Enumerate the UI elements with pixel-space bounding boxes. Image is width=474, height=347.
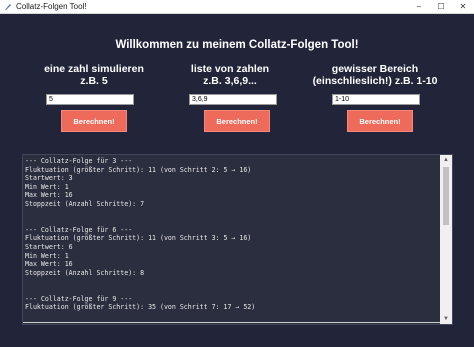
output-scrollbar[interactable]: ▲ ▼ <box>440 155 452 324</box>
feather-icon <box>5 4 11 10</box>
single-number-calculate-button[interactable]: Berechnen! <box>61 110 127 132</box>
number-list-input[interactable]: 3,6,9 <box>189 94 277 105</box>
single-number-input[interactable]: 5 <box>46 94 134 105</box>
scroll-up-arrow-icon[interactable]: ▲ <box>440 155 452 165</box>
maximize-button[interactable]: ☐ <box>430 0 452 14</box>
results-text: --- Collatz-Folge für 3 --- Fluktuation … <box>25 157 256 312</box>
single-number-heading: eine zahl simulieren <box>44 63 144 75</box>
single-number-example: z.B. 5 <box>80 75 108 87</box>
range-section: gewisser Bereich (einschlieslich!) z.B. … <box>305 63 445 87</box>
window-titlebar: Collatz-Folgen Tool! – ☐ ✕ <box>0 0 474 14</box>
range-heading: gewisser Bereich <box>331 63 419 75</box>
number-list-calculate-button[interactable]: Berechnen! <box>204 110 270 132</box>
results-output-area[interactable]: --- Collatz-Folge für 3 --- Fluktuation … <box>22 154 453 325</box>
range-example: (einschlieslich!) z.B. 1-10 <box>312 75 438 87</box>
range-calculate-button[interactable]: Berechnen! <box>347 110 413 132</box>
window-title: Collatz-Folgen Tool! <box>16 2 87 11</box>
number-list-example: z.B. 3,6,9... <box>203 75 257 87</box>
page-title: Willkommen zu meinem Collatz-Folgen Tool… <box>115 39 359 51</box>
scroll-down-arrow-icon[interactable]: ▼ <box>440 314 452 324</box>
scrollbar-thumb[interactable] <box>443 167 449 225</box>
number-list-section: liste von zahlen z.B. 3,6,9... <box>160 63 300 87</box>
single-number-section: eine zahl simulieren z.B. 5 <box>23 63 163 87</box>
number-list-heading: liste von zahlen <box>190 63 270 75</box>
range-input[interactable]: 1-10 <box>332 94 420 105</box>
output-divider <box>23 322 441 323</box>
minimize-button[interactable]: – <box>408 0 430 14</box>
close-button[interactable]: ✕ <box>452 0 474 14</box>
